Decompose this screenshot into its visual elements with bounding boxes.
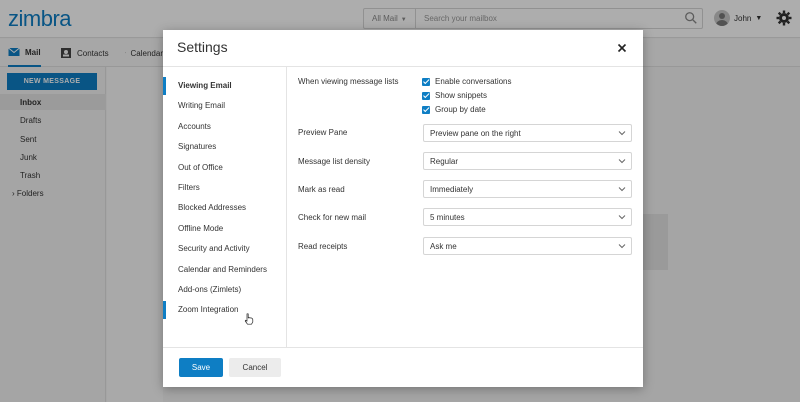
settings-dialog: Settings Viewing Email Writing Email Acc… xyxy=(163,30,643,387)
dialog-title: Settings xyxy=(177,39,228,55)
settings-menu-offline-mode[interactable]: Offline Mode xyxy=(163,220,286,238)
density-select[interactable]: Regular xyxy=(423,152,632,170)
preview-pane-select[interactable]: Preview pane on the right xyxy=(423,124,632,142)
mark-as-read-select[interactable]: Immediately xyxy=(423,180,632,198)
settings-menu-blocked-addresses[interactable]: Blocked Addresses xyxy=(163,199,286,217)
group-by-date-label: Group by date xyxy=(435,105,486,114)
settings-menu-security-activity[interactable]: Security and Activity xyxy=(163,240,286,258)
settings-menu-accounts[interactable]: Accounts xyxy=(163,118,286,136)
checkbox-checked-icon xyxy=(422,105,430,114)
settings-menu-filters[interactable]: Filters xyxy=(163,179,286,197)
mark-as-read-value: Immediately xyxy=(430,185,474,194)
settings-menu-signatures[interactable]: Signatures xyxy=(163,138,286,156)
chevron-down-icon xyxy=(618,187,626,192)
settings-menu-writing-email[interactable]: Writing Email xyxy=(163,97,286,115)
mark-as-read-label: Mark as read xyxy=(298,185,345,194)
density-label: Message list density xyxy=(298,157,371,166)
checkbox-checked-icon xyxy=(422,77,430,86)
enable-conversations-checkbox[interactable]: Enable conversations xyxy=(422,77,512,86)
density-value: Regular xyxy=(430,157,459,166)
divider xyxy=(163,66,643,67)
hand-pointer-icon xyxy=(244,313,254,325)
settings-menu-zoom-integration[interactable]: Zoom Integration xyxy=(163,301,286,319)
divider xyxy=(163,347,643,348)
preview-pane-label: Preview Pane xyxy=(298,128,348,137)
settings-menu-viewing-email[interactable]: Viewing Email xyxy=(163,77,286,95)
save-button[interactable]: Save xyxy=(179,358,223,377)
viewing-lists-label: When viewing message lists xyxy=(298,77,399,86)
preview-pane-value: Preview pane on the right xyxy=(430,129,521,138)
check-mail-label: Check for new mail xyxy=(298,213,367,222)
chevron-down-icon xyxy=(618,131,626,136)
check-mail-value: 5 minutes xyxy=(430,213,465,222)
checkbox-checked-icon xyxy=(422,91,430,100)
chevron-down-icon xyxy=(618,159,626,164)
check-mail-select[interactable]: 5 minutes xyxy=(423,208,632,226)
enable-conversations-label: Enable conversations xyxy=(435,77,512,86)
divider xyxy=(286,67,287,347)
chevron-down-icon xyxy=(618,215,626,220)
group-by-date-checkbox[interactable]: Group by date xyxy=(422,105,486,114)
cancel-button[interactable]: Cancel xyxy=(229,358,281,377)
close-icon[interactable] xyxy=(615,41,629,55)
chevron-down-icon xyxy=(618,244,626,249)
read-receipts-label: Read receipts xyxy=(298,242,348,251)
read-receipts-value: Ask me xyxy=(430,242,457,251)
settings-menu-calendar-reminders[interactable]: Calendar and Reminders xyxy=(163,261,286,279)
settings-menu-add-ons[interactable]: Add-ons (Zimlets) xyxy=(163,281,286,299)
show-snippets-label: Show snippets xyxy=(435,91,488,100)
show-snippets-checkbox[interactable]: Show snippets xyxy=(422,91,487,100)
settings-menu-out-of-office[interactable]: Out of Office xyxy=(163,159,286,177)
read-receipts-select[interactable]: Ask me xyxy=(423,237,632,255)
